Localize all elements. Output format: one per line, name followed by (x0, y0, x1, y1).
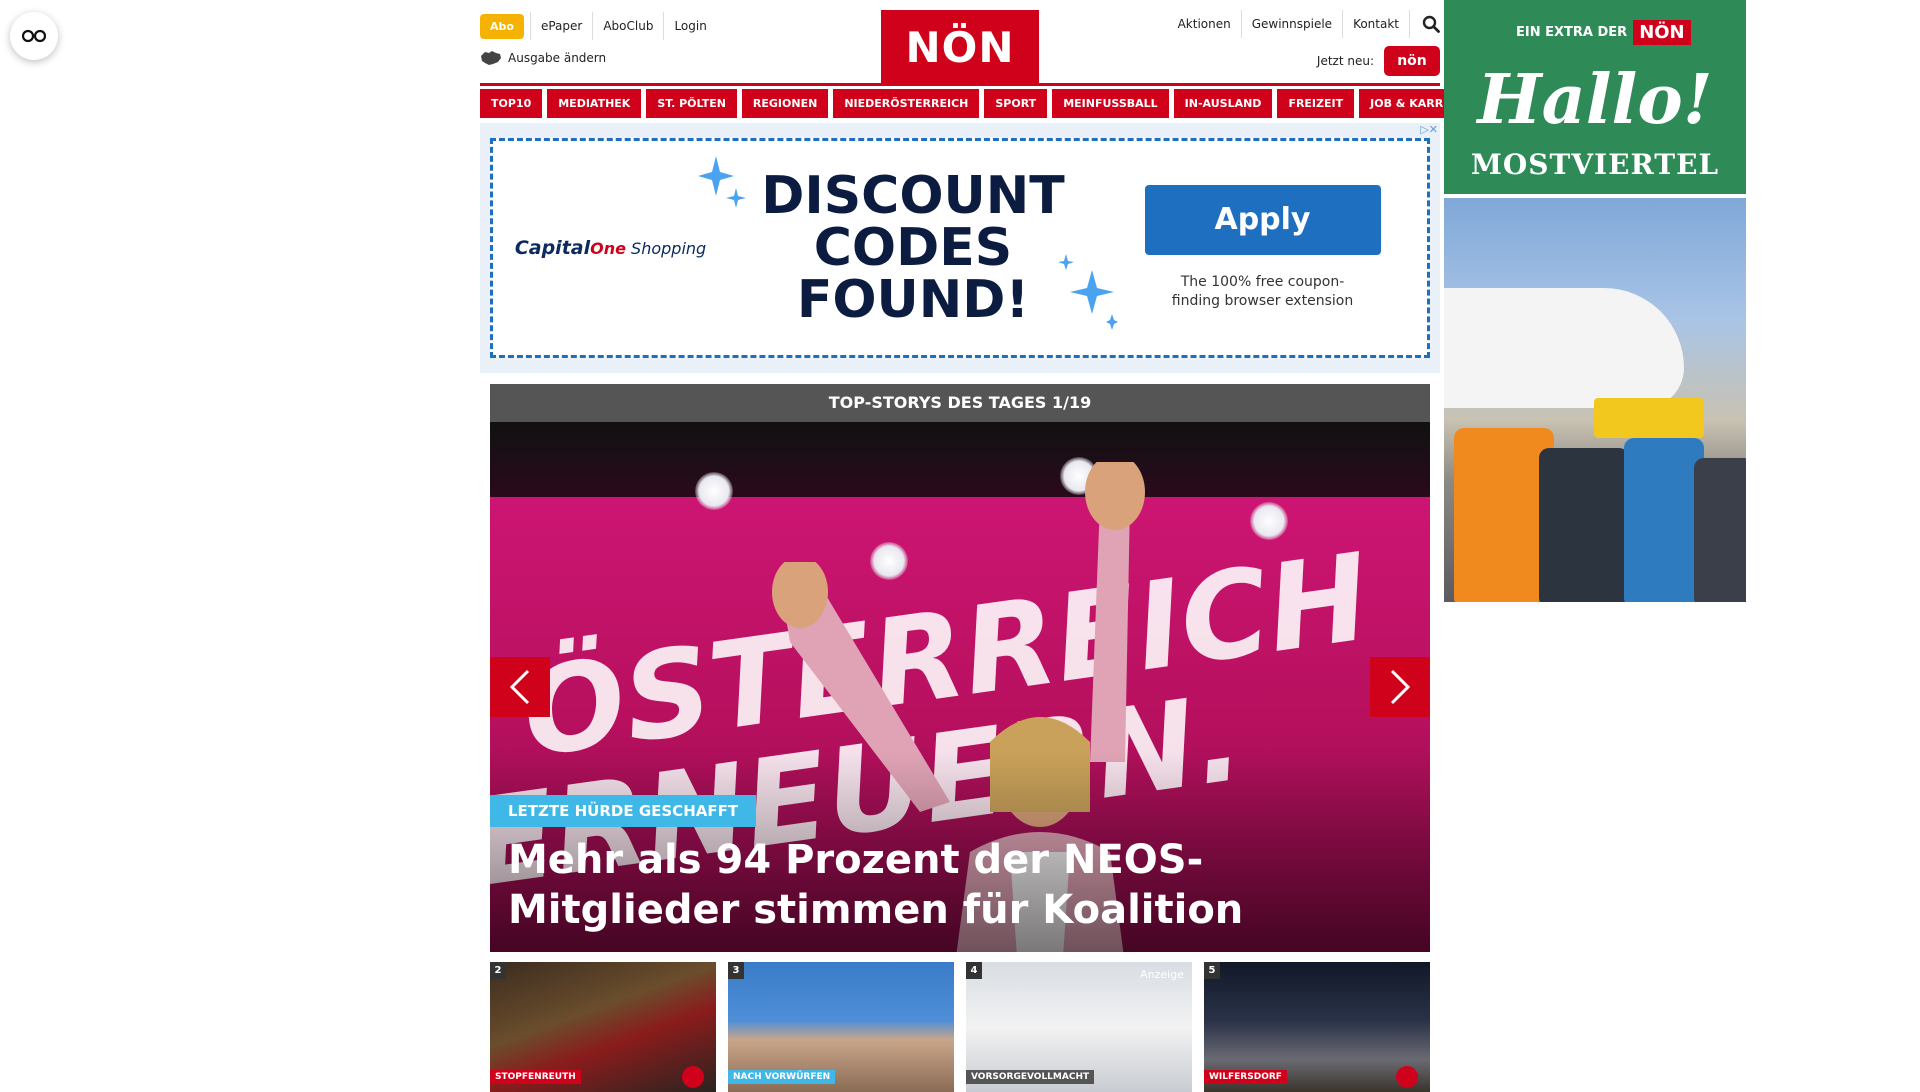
nav-in-ausland[interactable]: IN-AUSLAND (1173, 89, 1273, 118)
story-thumb-label: WILFERSDORF (1204, 1070, 1287, 1084)
kontakt-link[interactable]: Kontakt (1343, 10, 1410, 38)
gewinnspiele-link[interactable]: Gewinnspiele (1242, 10, 1344, 38)
sidebar-ad-extra: EIN EXTRA DER NÖN (1516, 20, 1691, 45)
ad-content: CapitalOne Shopping DISCOUNT CODES FOUND… (490, 138, 1430, 358)
story-thumb-label: NACH VORWÜRFEN (728, 1070, 836, 1084)
sidebar-ad-region: MOSTVIERTEL (1470, 148, 1720, 181)
airplane-image (1444, 288, 1684, 408)
suitcase-image (1539, 448, 1629, 602)
site-logo[interactable]: NÖN (881, 10, 1039, 84)
story-thumb[interactable]: 4 Anzeige VORSORGEVOLLMACHT (966, 962, 1192, 1092)
story-thumb-label: VORSORGEVOLLMACHT (966, 1070, 1095, 1084)
apply-codes-button[interactable]: Apply Codes (1144, 185, 1381, 307)
edition-switch[interactable]: Ausgabe ändern (480, 50, 606, 66)
site-header: Abo ePaper AboClub Login Ausgabe ändern … (480, 0, 1440, 86)
story-thumb[interactable]: 5 WILFERSDORF (1204, 962, 1430, 1092)
nav-niederoesterreich[interactable]: NIEDERÖSTERREICH (833, 89, 980, 118)
chevron-left-icon (510, 669, 530, 705)
hero-stage-ceiling (490, 422, 1430, 497)
jetzt-neu[interactable]: Jetzt neu: nön (1317, 46, 1440, 76)
stage-light (1250, 502, 1288, 540)
ad-headline-line1: DISCOUNT (761, 166, 1065, 226)
sidebar-ad-travel[interactable] (1444, 198, 1746, 602)
raised-arm-right (1085, 462, 1145, 762)
ad-cta: Apply Codes The 100% free coupon-finding… (1098, 185, 1427, 311)
nav-freizeit[interactable]: FREIZEIT (1277, 89, 1355, 118)
nav-mediathek[interactable]: MEDIATHEK (547, 89, 642, 118)
story-thumb[interactable]: 3 NACH VORWÜRFEN (728, 962, 954, 1092)
edition-label: Ausgabe ändern (508, 51, 607, 65)
ad-headline: DISCOUNT CODES FOUND! (698, 156, 1118, 330)
reader-mode-button[interactable] (10, 12, 58, 60)
top-stories: TOP-STORYS DES TAGES 1/19 ÖSTERREICH ERN… (490, 384, 1430, 1092)
ad-subtext: The 100% free coupon-finding browser ext… (1171, 274, 1354, 309)
story-thumbnails: 2 STOPFENREUTH 3 NACH VORWÜRFEN 4 Anzeig… (490, 962, 1430, 1092)
story-thumb-number: 4 (966, 962, 982, 979)
ad-brand-shopping: Shopping (631, 239, 707, 258)
sidebar-ad-title: Hallo! (1477, 60, 1713, 140)
ad-label: Anzeige (1140, 968, 1184, 981)
region-map-icon (481, 51, 501, 65)
nav-sport[interactable]: SPORT (984, 89, 1048, 118)
story-thumb-number: 3 (728, 962, 744, 979)
jetzt-neu-badge[interactable]: nön (1384, 46, 1440, 76)
search-button[interactable] (1410, 15, 1440, 33)
top-ad-banner[interactable]: ▷✕ CapitalOne Shopping DISCOUNT CODES FO… (480, 123, 1440, 373)
nav-meinfussball[interactable]: MEINFUSSBALL (1052, 89, 1169, 118)
suitcase-image (1694, 458, 1746, 602)
airport-vehicle-image (1594, 398, 1704, 438)
ad-brand-capital: Capital (514, 237, 591, 259)
story-thumb-label: STOPFENREUTH (490, 1070, 581, 1084)
abo-button[interactable]: Abo (480, 13, 524, 39)
ad-brand: CapitalOne Shopping (493, 237, 728, 259)
login-link[interactable]: Login (663, 12, 716, 40)
sidebar-ad-logo: NÖN (1633, 20, 1691, 45)
top-stories-title: TOP-STORYS DES TAGES 1/19 (490, 384, 1430, 422)
carousel-prev-button[interactable] (490, 657, 550, 717)
nav-regionen[interactable]: REGIONEN (741, 89, 829, 118)
top-right-links: Aktionen Gewinnspiele Kontakt (1168, 10, 1440, 38)
ad-choices-icon[interactable]: ▷✕ (1420, 123, 1438, 136)
stage-light (695, 472, 733, 510)
hero-kicker[interactable]: LETZTE HÜRDE GESCHAFFT (490, 795, 757, 827)
camera-icon (682, 1066, 704, 1088)
sparkle-icon (698, 156, 746, 208)
nav-top10[interactable]: TOP10 (480, 89, 543, 118)
search-icon (1422, 15, 1440, 33)
hero-headline[interactable]: Mehr als 94 Prozent der NEOS-Mitglieder … (508, 835, 1408, 935)
suitcase-image (1624, 438, 1704, 602)
chevron-right-icon (1390, 669, 1410, 705)
story-thumb-number: 2 (490, 962, 506, 979)
nav-st-poelten[interactable]: ST. PÖLTEN (646, 89, 737, 118)
story-thumb[interactable]: 2 STOPFENREUTH (490, 962, 716, 1092)
sparkle-icon (1058, 254, 1118, 330)
ad-brand-one: One (590, 239, 626, 258)
sidebar-ad-extra-text: EIN EXTRA DER (1516, 25, 1628, 40)
epaper-link[interactable]: ePaper (529, 12, 592, 40)
jetzt-neu-label: Jetzt neu: (1316, 54, 1374, 68)
ad-headline-line2: CODES (813, 218, 1013, 278)
story-thumb-number: 5 (1204, 962, 1220, 979)
aboclub-link[interactable]: AboClub (592, 12, 663, 40)
hero-story[interactable]: ÖSTERREICH ERNEUERN. (490, 422, 1430, 952)
carousel-next-button[interactable] (1370, 657, 1430, 717)
ad-headline-line3: FOUND! (796, 270, 1030, 330)
main-nav: TOP10 MEDIATHEK ST. PÖLTEN REGIONEN NIED… (480, 89, 1482, 118)
aktionen-link[interactable]: Aktionen (1168, 10, 1242, 38)
header-divider (480, 83, 1440, 86)
page: Abo ePaper AboClub Login Ausgabe ändern … (480, 0, 1482, 1092)
top-left-links: Abo ePaper AboClub Login (480, 12, 717, 40)
sidebar-ad-hallo[interactable]: EIN EXTRA DER NÖN Hallo! MOSTVIERTEL (1444, 0, 1746, 194)
glasses-icon (22, 29, 46, 43)
camera-icon (1396, 1066, 1418, 1088)
